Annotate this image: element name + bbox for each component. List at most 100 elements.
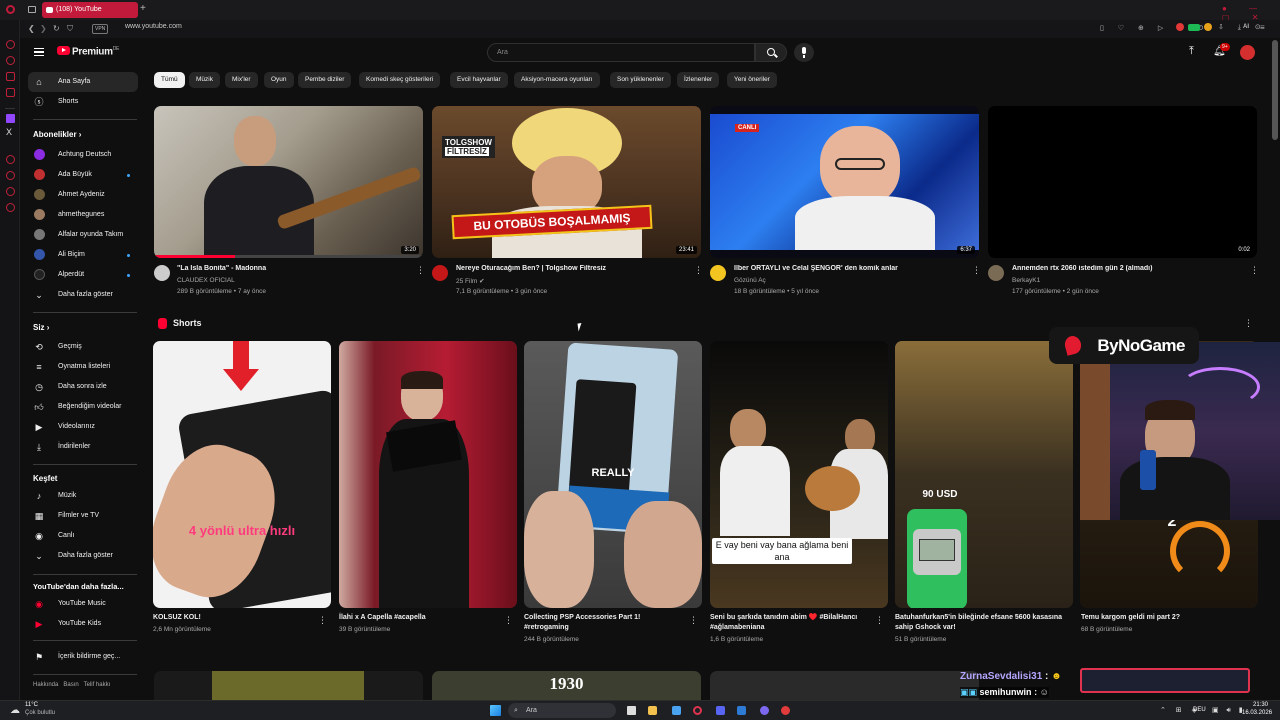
chip-music[interactable]: Müzik xyxy=(189,72,220,88)
video-thumbnail[interactable] xyxy=(154,671,423,700)
chip-gaming[interactable]: Oyun xyxy=(264,72,294,88)
x-icon[interactable]: X xyxy=(6,127,12,137)
subscriptions-heading[interactable]: Abonelikler › xyxy=(33,130,81,139)
nav-music[interactable]: ♪ Müzik xyxy=(28,486,138,506)
nav-liked[interactable]: 👍︎ Beğendiğim videolar xyxy=(28,397,138,417)
chip-all[interactable]: Tümü xyxy=(154,72,185,88)
sub-item[interactable]: ahmethegunes xyxy=(28,205,138,225)
opera-menu-icon[interactable] xyxy=(6,5,15,14)
short-title[interactable]: Seni bu şarkıda tanıdım abim ♥️ #BilalHa… xyxy=(710,613,875,633)
taskbar-search[interactable]: ⌕ Ara xyxy=(508,703,616,718)
video-thumbnail[interactable]: 1930 xyxy=(432,671,701,700)
more-options-icon[interactable]: ⋮ xyxy=(318,616,327,625)
app-icon[interactable] xyxy=(760,706,769,715)
nav-history[interactable]: ⟲ Geçmiş xyxy=(28,337,138,357)
chip-watched[interactable]: İzlenenler xyxy=(677,72,720,88)
video-channel[interactable]: 25 Film ✔︎ xyxy=(456,277,485,285)
extension-icon[interactable] xyxy=(1204,23,1212,31)
more-options-icon[interactable]: ⋮ xyxy=(875,616,884,625)
video-title[interactable]: Annemden rtx 2060 istedim gün 2 (almadı) xyxy=(1012,265,1247,272)
more-options-icon[interactable]: ⋮ xyxy=(416,266,425,275)
short-thumbnail[interactable]: 4 yönlü ultra hızlı xyxy=(153,341,331,608)
short-title[interactable]: KOLSUZ KOL! xyxy=(153,613,313,623)
chip-new[interactable]: Yeni öneriler xyxy=(727,72,777,88)
video-title[interactable]: İlber ORTAYLI ve Celal ŞENGÖR' den komik… xyxy=(734,265,969,272)
history-icon[interactable] xyxy=(6,155,15,164)
short-thumbnail[interactable] xyxy=(339,341,517,608)
channel-avatar[interactable] xyxy=(988,265,1004,281)
video-thumbnail[interactable]: 0:02 xyxy=(988,106,1257,258)
aria-icon[interactable] xyxy=(6,56,15,65)
page-scrollbar[interactable] xyxy=(1272,40,1278,140)
extension-icon[interactable] xyxy=(1176,23,1184,31)
youtube-logo[interactable]: PremiumDE xyxy=(57,46,119,57)
shield-icon[interactable]: ⛉ xyxy=(67,24,73,34)
video-title[interactable]: "La Isla Bonita" - Madonna xyxy=(177,265,412,272)
short-thumbnail[interactable]: REALLY xyxy=(524,341,702,608)
weather-desc[interactable]: Çok bulutlu xyxy=(25,710,55,716)
video-thumbnail[interactable]: TOLGSHOW FİLTRESİZ BU OTOBÜS BOŞALMAMIŞ 2… xyxy=(432,106,701,258)
more-options-icon[interactable]: ⋮ xyxy=(1250,266,1259,275)
short-thumbnail[interactable]: E vay beni vay bana ağlama beni ana xyxy=(710,341,888,608)
you-heading[interactable]: Siz › xyxy=(33,323,49,332)
tab-overview-icon[interactable] xyxy=(28,6,36,13)
chip-recent[interactable]: Son yüklenenler xyxy=(610,72,671,88)
hamburger-icon[interactable] xyxy=(34,48,44,56)
chip-mixes[interactable]: Mix'ler xyxy=(225,72,258,88)
sub-item[interactable]: Achtung Deutsch xyxy=(28,145,138,165)
back-icon[interactable]: ❮ xyxy=(28,24,35,33)
wallet-icon[interactable] xyxy=(6,72,15,81)
opera-icon[interactable] xyxy=(693,706,702,715)
video-channel[interactable]: CLAUDEX OFICIAL xyxy=(177,277,235,284)
menu-icon[interactable]: ≡ xyxy=(1260,23,1265,32)
sub-item[interactable]: Alfalar oyunda Takım xyxy=(28,225,138,245)
channel-avatar[interactable] xyxy=(154,265,170,281)
weather-temp[interactable]: 11°C xyxy=(25,702,38,708)
messenger-icon[interactable] xyxy=(6,88,15,97)
new-tab-icon[interactable]: + xyxy=(140,3,146,14)
nav-your-videos[interactable]: ▶ Videolarınız xyxy=(28,417,138,437)
chip-soap[interactable]: Pembe diziler xyxy=(298,72,352,88)
nav-youtube-music[interactable]: ◉ YouTube Music xyxy=(28,594,138,614)
clock-time[interactable]: 21:30 xyxy=(1253,702,1268,708)
input-language[interactable]: DEU xyxy=(1193,707,1206,713)
nav-live[interactable]: ◉ Canlı xyxy=(28,526,138,546)
channel-avatar[interactable] xyxy=(432,265,448,281)
vpn-badge[interactable]: VPN xyxy=(92,24,109,34)
more-options-icon[interactable]: ⋮ xyxy=(689,616,698,625)
settings-icon[interactable] xyxy=(6,203,15,212)
shelf-more-icon[interactable]: ⋮ xyxy=(1244,319,1253,328)
start-icon[interactable] xyxy=(490,705,501,716)
sub-item[interactable]: Ada Büyük xyxy=(28,165,138,185)
footer-links[interactable]: Hakkında Basın Telif hakkı xyxy=(33,682,110,688)
weather-icon[interactable]: ☁ xyxy=(10,705,20,716)
app-icon[interactable] xyxy=(781,706,790,715)
discord-icon[interactable] xyxy=(716,706,725,715)
extension-icon[interactable] xyxy=(1188,24,1200,31)
task-view-icon[interactable] xyxy=(627,706,636,715)
sub-item[interactable]: Ahmet Aydeniz xyxy=(28,185,138,205)
nav-shorts[interactable]: ⓢ Shorts xyxy=(28,92,138,112)
nav-movies[interactable]: ▦ Filmler ve TV xyxy=(28,506,138,526)
url-text[interactable]: www.youtube.com xyxy=(125,23,182,30)
chip-action-games[interactable]: Aksiyon-macera oyunları xyxy=(514,72,600,88)
video-channel[interactable]: Gözünü Aç xyxy=(734,277,766,284)
more-options-icon[interactable]: ⋮ xyxy=(694,266,703,275)
twitch-icon[interactable] xyxy=(6,114,15,123)
sub-item[interactable]: Ali Biçim xyxy=(28,245,138,265)
browser-tab-youtube[interactable]: (108) YouTube xyxy=(42,2,138,18)
extensions-icon[interactable] xyxy=(6,187,15,196)
video-title[interactable]: Nereye Oturacağım Ben? | Tolgshow Filtre… xyxy=(456,265,691,272)
nav-watch-later[interactable]: ◷ Daha sonra izle xyxy=(28,377,138,397)
nav-report-history[interactable]: ⚑ İçerik bildirme geç... xyxy=(28,647,138,667)
video-thumbnail[interactable] xyxy=(710,671,979,700)
explorer-icon[interactable] xyxy=(648,706,657,715)
nav-youtube-kids[interactable]: ▶ YouTube Kids xyxy=(28,614,138,634)
account-avatar[interactable] xyxy=(1240,45,1255,60)
voice-search-button[interactable] xyxy=(794,43,814,62)
create-icon[interactable]: ⤒ xyxy=(1189,45,1194,58)
subs-show-more[interactable]: ⌄ Daha fazla göster xyxy=(28,285,138,305)
speed-dial-icon[interactable] xyxy=(6,40,15,49)
bookmarks-icon[interactable] xyxy=(6,171,15,180)
short-title[interactable]: Collecting PSP Accessories Part 1! #retr… xyxy=(524,613,674,633)
